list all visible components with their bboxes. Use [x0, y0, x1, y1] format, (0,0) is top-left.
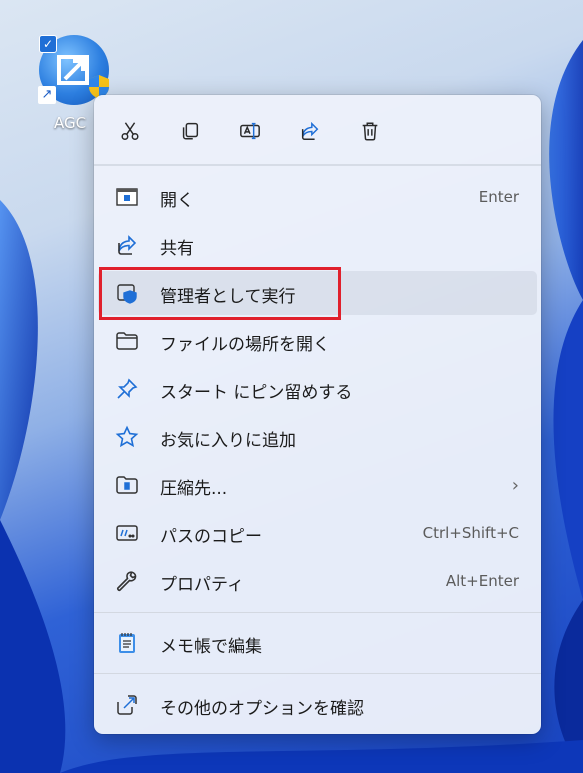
menu-item-label: メモ帳で編集 [160, 637, 262, 657]
share-icon [301, 121, 319, 140]
menu-item-properties[interactable]: プロパティ Alt+Enter [98, 559, 537, 603]
menu-item-label: 共有 [160, 239, 194, 259]
folder-icon [115, 329, 139, 353]
menu-separator [94, 673, 541, 674]
menu-item-accelerator: Ctrl+Shift+C [422, 524, 519, 542]
zip-folder-icon [115, 473, 139, 497]
context-menu: 開く Enter 共有 管理者として実行 ファイルの場所を開く スタート にピン… [94, 95, 541, 734]
share-button[interactable] [292, 113, 328, 149]
cut-button[interactable] [112, 113, 148, 149]
menu-item-label: その他のオプションを確認 [160, 699, 364, 719]
menu-item-label: 開く [160, 191, 194, 211]
copy-button[interactable] [172, 113, 208, 149]
menu-item-edit-in-notepad[interactable]: メモ帳で編集 [98, 621, 537, 665]
selected-checkbox-icon[interactable]: ✓ [39, 35, 57, 53]
menu-item-label: プロパティ [160, 575, 244, 595]
menu-item-share[interactable]: 共有 [98, 223, 537, 267]
more-options-icon [115, 693, 139, 717]
shortcut-arrow-icon: ↗ [38, 86, 56, 104]
menu-item-open-file-location[interactable]: ファイルの場所を開く [98, 319, 537, 363]
menu-item-open[interactable]: 開く Enter [98, 175, 537, 219]
delete-button[interactable] [352, 113, 388, 149]
rename-button[interactable] [232, 113, 268, 149]
star-icon [115, 425, 139, 449]
toolbar-divider [94, 164, 541, 166]
notepad-icon [115, 631, 139, 655]
menu-item-label: お気に入りに追加 [160, 431, 296, 451]
highlight-annotation-box [99, 267, 341, 320]
menu-item-add-favorites[interactable]: お気に入りに追加 [98, 415, 537, 459]
copy-icon [182, 122, 199, 140]
menu-item-copy-path[interactable]: パスのコピー Ctrl+Shift+C [98, 511, 537, 555]
menu-item-label: 圧縮先... [160, 479, 228, 499]
menu-item-label: ファイルの場所を開く [160, 335, 330, 355]
rename-icon [240, 122, 260, 140]
menu-item-pin-to-start[interactable]: スタート にピン留めする [98, 367, 537, 411]
chevron-right-icon: › [511, 475, 519, 496]
trash-icon [362, 122, 378, 141]
desktop-icon-label: AGC [54, 114, 87, 132]
menu-item-show-more-options[interactable]: その他のオプションを確認 [98, 683, 537, 727]
pin-icon [115, 377, 139, 401]
scissors-icon [121, 122, 139, 140]
window-icon [115, 185, 139, 209]
wrench-icon [115, 569, 139, 593]
menu-item-label: パスのコピー [160, 527, 262, 547]
menu-separator [94, 612, 541, 613]
context-menu-toolbar [94, 95, 541, 165]
path-icon [115, 521, 139, 545]
menu-item-accelerator: Alt+Enter [445, 572, 519, 590]
menu-item-compress-to[interactable]: 圧縮先... › [98, 463, 537, 507]
share-icon [115, 233, 139, 257]
menu-item-accelerator: Enter [478, 188, 519, 206]
menu-item-label: スタート にピン留めする [160, 383, 353, 403]
